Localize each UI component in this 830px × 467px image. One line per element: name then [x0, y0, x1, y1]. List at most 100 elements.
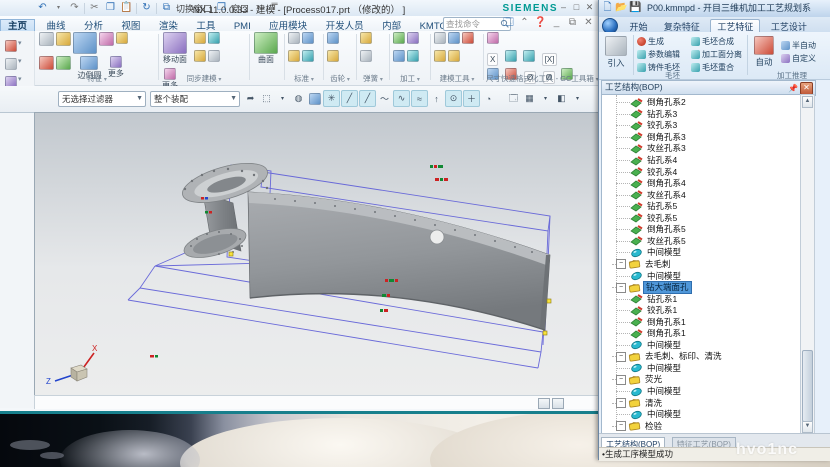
tree-row[interactable]: − 中间模型	[602, 247, 800, 259]
shaded-view-icon[interactable]: ◧	[554, 91, 569, 106]
command-finder-input[interactable]: 查找命令	[443, 17, 511, 31]
tree-row[interactable]: − 钻孔系5	[602, 201, 800, 213]
solid-icon[interactable]	[307, 91, 322, 106]
hole-icon[interactable]	[99, 32, 114, 46]
group-label-modeling-tools[interactable]: 建模工具	[440, 74, 475, 83]
spring-icon-1[interactable]	[360, 32, 372, 44]
mtool-icon-4[interactable]	[434, 50, 446, 62]
chevron-down-icon[interactable]: ▾	[570, 91, 585, 106]
extrude-icon[interactable]	[56, 32, 71, 46]
notebook-icon[interactable]: 🗔	[502, 17, 515, 29]
gear-icon-2[interactable]	[327, 50, 339, 62]
minimize-ribbon-icon[interactable]: ⌃	[518, 17, 531, 29]
collapse-icon[interactable]: −	[616, 352, 626, 362]
stub-icon-1[interactable]: ▾	[4, 39, 30, 52]
snap-polyline-icon[interactable]: ∿	[393, 90, 410, 107]
snap-quadrant-icon[interactable]: ◔	[481, 91, 496, 106]
close-button[interactable]: ✕	[584, 2, 595, 13]
lasso-icon[interactable]: ⬚	[259, 91, 274, 106]
auto-button[interactable]: 自动	[750, 35, 778, 68]
generate-button[interactable]: 生成	[637, 36, 664, 47]
gc-icon-2[interactable]	[505, 50, 517, 62]
selection-scope-dropdown[interactable]: 整个装配▼	[150, 91, 240, 107]
gc-icon-3[interactable]	[523, 50, 535, 62]
unite-icon[interactable]	[56, 56, 71, 70]
clip-section-icon[interactable]	[538, 398, 550, 409]
tree-row[interactable]: − 去毛刺、标印、清洗	[602, 351, 800, 363]
tree-row[interactable]: − 倒角孔系2	[602, 97, 800, 109]
tree-row[interactable]: − 清洗	[602, 397, 800, 409]
open-folder-icon[interactable]: 📂	[615, 2, 628, 14]
tree-row[interactable]: − 中间模型	[602, 386, 800, 398]
resize-face-icon[interactable]	[208, 50, 220, 62]
group-label-standard[interactable]: 标准	[294, 74, 314, 83]
revolve-icon[interactable]	[39, 56, 54, 70]
collapse-icon[interactable]: −	[616, 259, 626, 269]
semi-auto-button[interactable]: 半自动	[781, 40, 816, 51]
tree-row[interactable]: − 倒角孔系1	[602, 328, 800, 340]
snap-endpoint-icon[interactable]: ╱	[341, 90, 358, 107]
gc-icon-1[interactable]	[487, 32, 499, 44]
tree-row[interactable]: − 中间模型	[602, 340, 800, 352]
std-icon-3[interactable]	[288, 50, 300, 62]
tree-row[interactable]: − 攻丝孔系5	[602, 236, 800, 248]
std-icon-1[interactable]	[288, 32, 300, 44]
scroll-up-icon[interactable]: ▲	[802, 96, 813, 108]
tree-scrollbar[interactable]: ▲ ▼	[800, 94, 815, 435]
tree-row[interactable]: − 检验	[602, 420, 800, 432]
collapse-icon[interactable]: −	[616, 283, 626, 293]
view-window-icon[interactable]: 🗔	[506, 91, 521, 106]
tree-row[interactable]: − 钻孔系1	[602, 293, 800, 305]
doc-restore-icon[interactable]: ⧉	[566, 17, 579, 29]
collapse-icon[interactable]: −	[616, 398, 626, 408]
std-icon-2[interactable]	[302, 32, 314, 44]
group-label-feature[interactable]: 特征	[87, 74, 107, 83]
snap-spline-icon[interactable]: ≈	[411, 90, 428, 107]
bracket-x-icon[interactable]: [X]	[542, 53, 558, 66]
scroll-down-icon[interactable]: ▼	[802, 421, 813, 433]
doc-close-icon[interactable]: ✕	[582, 17, 595, 29]
mtool-icon-5[interactable]	[448, 50, 460, 62]
tree-row[interactable]: − 钻孔系3	[602, 109, 800, 121]
collapse-icon[interactable]: −	[616, 375, 626, 385]
snap-plus-icon[interactable]: ＋	[463, 90, 480, 107]
gear-icon-1[interactable]	[327, 32, 339, 44]
chevron-down-icon[interactable]: ▾	[275, 91, 290, 106]
tree-row[interactable]: − 去毛刺	[602, 259, 800, 271]
x-value-icon[interactable]: X	[487, 53, 498, 66]
group-label-gc-toolbox[interactable]: 尺寸快速格式化工具 - GC工具箱	[486, 74, 599, 83]
sketch-icon[interactable]	[39, 32, 54, 46]
boss-icon[interactable]	[116, 32, 128, 44]
delete-face-icon[interactable]	[194, 50, 206, 62]
stub-icon-2[interactable]: ▾	[4, 57, 30, 70]
surface-button[interactable]: 曲面	[253, 31, 279, 64]
help-icon[interactable]: ❓	[534, 17, 547, 29]
tree-row[interactable]: − 倒角孔系3	[602, 132, 800, 144]
custom-button[interactable]: 自定义	[781, 53, 816, 64]
minimize-button[interactable]: –	[558, 2, 569, 13]
tree-row[interactable]: − 荧光	[602, 374, 800, 386]
tree-row[interactable]: − 中间模型	[602, 409, 800, 421]
sphere-icon[interactable]: ◍	[291, 91, 306, 106]
group-label-sync[interactable]: 同步建模	[187, 74, 222, 83]
group-label-machining[interactable]: 加工	[400, 74, 420, 83]
maximize-button[interactable]: □	[571, 2, 582, 13]
snap-gear-icon[interactable]: ✳	[323, 90, 340, 107]
snap-midpoint-icon[interactable]: ╱	[359, 90, 376, 107]
group-label-gear[interactable]: 齿轮	[330, 74, 350, 83]
tree-row[interactable]: − 倒角孔系4	[602, 178, 800, 190]
move-face-button[interactable]: 移动面	[162, 31, 188, 64]
view-layout-icon[interactable]: ▦	[522, 91, 537, 106]
tree-row[interactable]: − 倒角孔系1	[602, 316, 800, 328]
snap-curve-icon[interactable]: 〜	[377, 91, 392, 106]
tree-row[interactable]: − 钻孔系4	[602, 155, 800, 167]
tree-row[interactable]: − 铰孔系3	[602, 120, 800, 132]
blank-compose-button[interactable]: 毛坯合成	[691, 36, 734, 47]
scrollbar-thumb[interactable]	[802, 350, 813, 422]
tree-row[interactable]: − 中间模型	[602, 363, 800, 375]
snap-circle-center-icon[interactable]: ⊙	[445, 90, 462, 107]
graphics-viewport[interactable]: X Z	[34, 112, 599, 396]
collapse-icon[interactable]: −	[616, 421, 626, 431]
mach-icon-1[interactable]	[393, 32, 405, 44]
selection-filter-dropdown[interactable]: 无选择过滤器▼	[58, 91, 146, 107]
